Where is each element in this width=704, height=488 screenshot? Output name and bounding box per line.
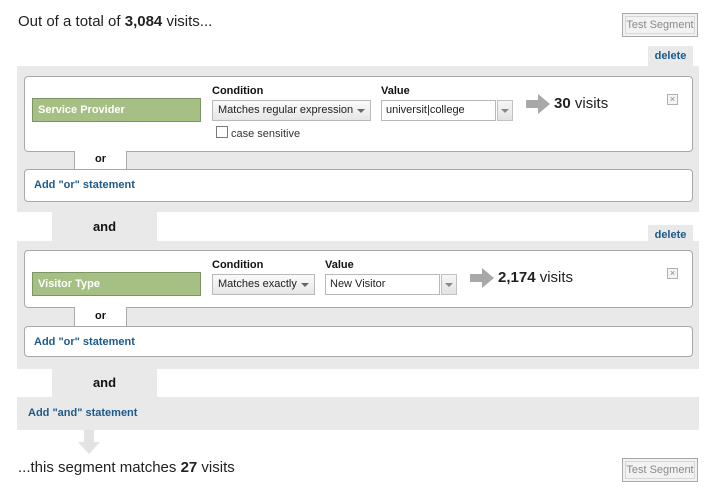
condition-label-2: Condition	[212, 259, 264, 271]
condition-select-1[interactable]: Matches regular expression	[212, 100, 371, 121]
or-connector-1: or	[74, 151, 127, 170]
chevron-down-icon	[445, 283, 453, 287]
close-x-icon[interactable]: ×	[667, 94, 678, 105]
footer-suffix: visits	[197, 459, 235, 476]
case-sensitive-label: case sensitive	[231, 128, 301, 140]
segment-match-count: 27	[180, 459, 198, 476]
summary-suffix: visits...	[162, 13, 213, 30]
summary-prefix: Out of a total of	[18, 13, 125, 30]
test-segment-button-top[interactable]: Test Segment	[622, 13, 698, 37]
condition-select-2-value: Matches exactly	[218, 278, 297, 290]
condition-2-count-suffix: visits	[535, 269, 574, 286]
right-arrow-icon	[526, 94, 550, 114]
condition-select-1-value: Matches regular expression	[218, 104, 354, 116]
condition-2-visit-count: 2,174 visits	[498, 269, 573, 286]
right-arrow-icon	[470, 268, 494, 288]
and-label-2: and	[92, 375, 117, 390]
add-or-statement-link-2[interactable]: Add "or" statement	[34, 336, 135, 348]
dimension-chip-visitor-type[interactable]: Visitor Type	[32, 272, 201, 296]
down-arrow-icon	[78, 430, 100, 454]
condition-1-count-suffix: visits	[570, 95, 609, 112]
add-and-statement-link[interactable]: Add "and" statement	[28, 407, 137, 419]
condition-label-1: Condition	[212, 85, 264, 97]
value-input-2[interactable]: New Visitor	[325, 274, 440, 295]
dimension-chip-service-provider[interactable]: Service Provider	[32, 98, 201, 122]
segment-match-summary: ...this segment matches 27 visits	[18, 459, 235, 476]
chevron-down-icon	[501, 109, 509, 113]
or-connector-2: or	[74, 307, 127, 327]
value-suggest-button-1[interactable]	[497, 100, 513, 121]
total-visits-count: 3,084	[124, 13, 163, 30]
condition-1-count: 30	[554, 95, 571, 112]
value-label-1: Value	[381, 85, 410, 97]
test-segment-button-bottom[interactable]: Test Segment	[622, 458, 698, 482]
value-suggest-button-2[interactable]	[441, 274, 457, 295]
add-or-statement-link-1[interactable]: Add "or" statement	[34, 179, 135, 191]
delete-condition-1-link[interactable]: delete	[648, 46, 693, 66]
case-sensitive-checkbox[interactable]	[216, 126, 228, 138]
footer-prefix: ...this segment matches	[18, 459, 181, 476]
condition-select-2[interactable]: Matches exactly	[212, 274, 315, 295]
chevron-down-icon	[301, 283, 309, 287]
total-visits-summary: Out of a total of 3,084 visits...	[18, 13, 212, 30]
condition-2-count: 2,174	[498, 269, 536, 286]
close-x-icon[interactable]: ×	[667, 268, 678, 279]
and-label-1: and	[92, 219, 117, 234]
condition-1-visit-count: 30 visits	[554, 95, 608, 112]
chevron-down-icon	[357, 109, 365, 113]
value-label-2: Value	[325, 259, 354, 271]
value-input-1[interactable]: universit|college	[381, 100, 496, 121]
